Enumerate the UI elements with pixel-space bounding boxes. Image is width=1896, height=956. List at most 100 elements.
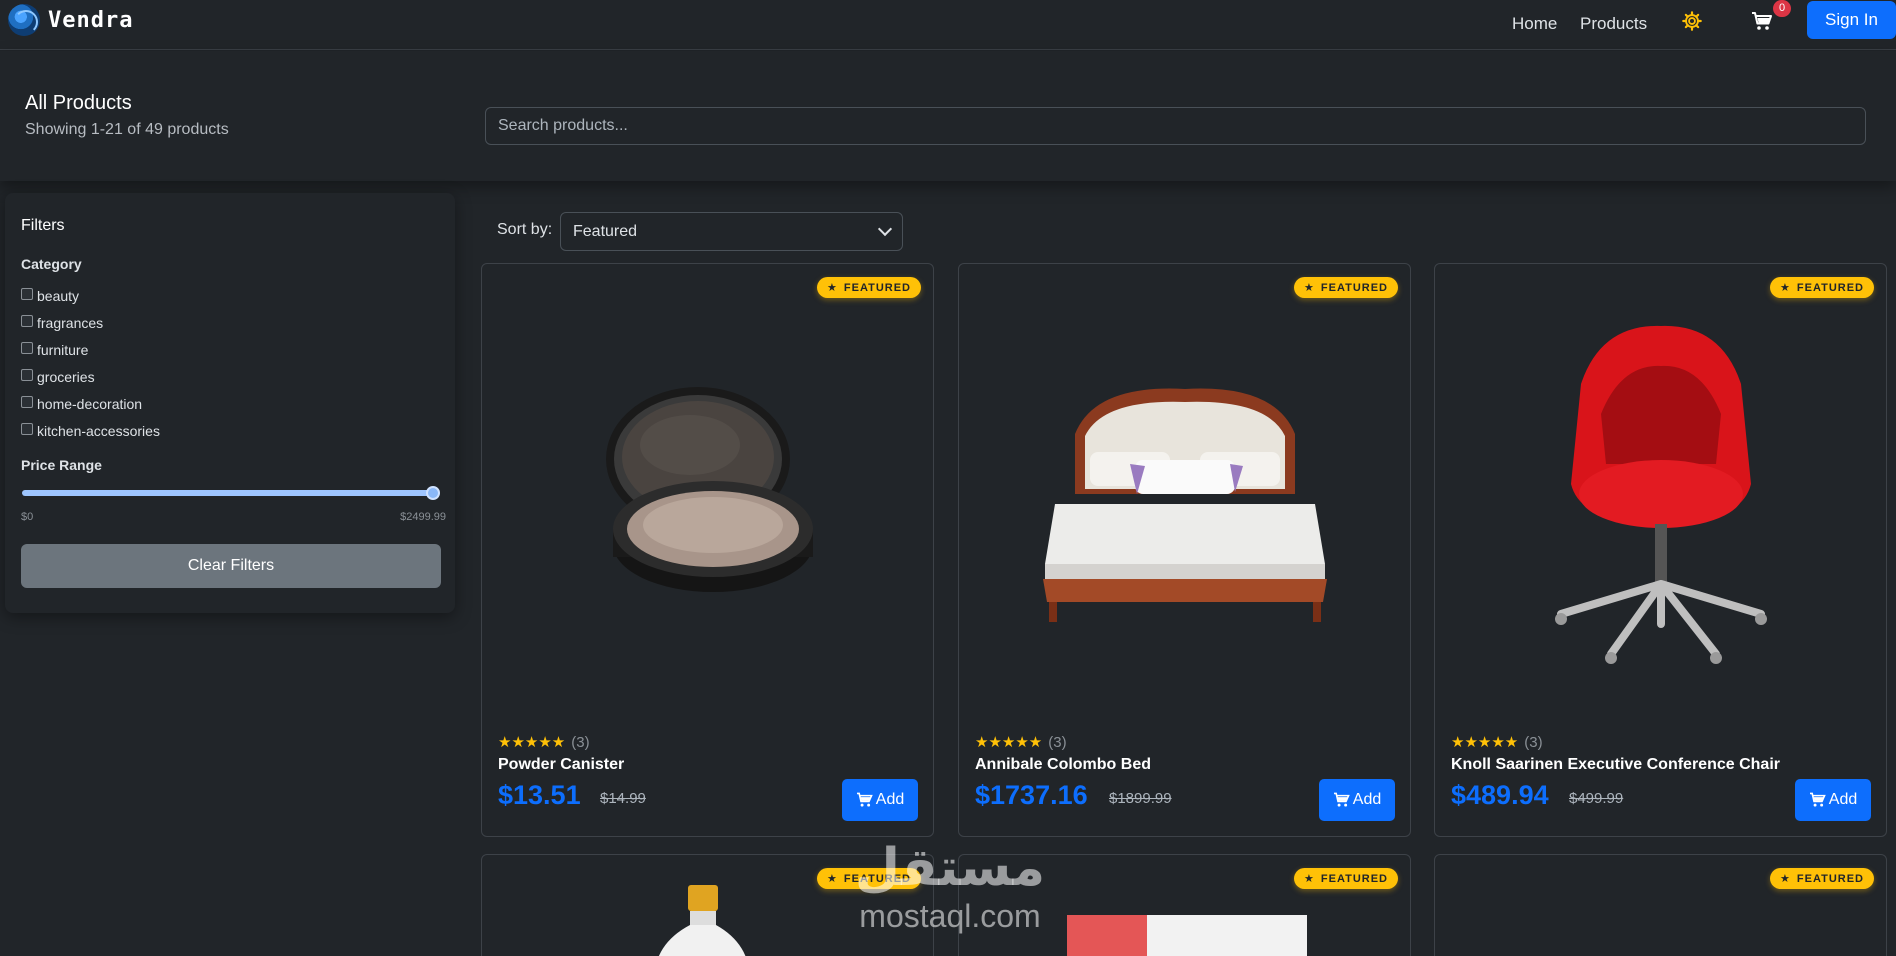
price-range-title: Price Range [21,457,102,473]
category-checkbox[interactable] [21,368,33,381]
nav-link-home[interactable]: Home [1512,14,1557,34]
add-label: Add [1352,791,1382,808]
product-card[interactable]: ★ FEATURED [1434,854,1887,956]
sign-in-button[interactable]: Sign In [1807,1,1896,39]
watermark-arabic: مستقل [854,839,1046,897]
navbar: Vendra Home Products 0 Sign In [0,0,1896,50]
product-card[interactable]: ★ FEATURED ★★★★★ (3) Knoll Saarinen Execut… [1434,263,1887,837]
featured-badge: ★ FEATURED [1294,868,1398,889]
cart-icon [1333,792,1350,807]
review-count: (3) [1048,733,1067,751]
star-icon: ★ [1304,873,1315,885]
star-icon: ★ [827,282,838,294]
chair-image[interactable] [1435,264,1886,724]
cart-icon [856,792,873,807]
brand-logo-icon [8,4,40,36]
brand-name: Vendra [48,7,134,33]
bottle-image[interactable] [642,885,762,956]
add-to-cart-button[interactable]: Add [1795,779,1871,821]
products-header: All Products Showing 1-21 of 49 products [0,51,1896,181]
badge-label: FEATURED [843,281,911,294]
clear-filters-button[interactable]: Clear Filters [21,544,441,588]
category-item-furniture[interactable]: furniture [21,336,160,363]
product-old-price: $1899.99 [1109,790,1172,807]
badge-label: FEATURED [1320,281,1388,294]
price-slider-thumb[interactable] [426,486,440,500]
category-checkbox[interactable] [21,314,33,327]
category-label: beauty [37,287,80,304]
category-checkbox[interactable] [21,287,33,300]
sort-label: Sort by: [497,221,553,238]
star-icon: ★ [1780,282,1791,294]
chevron-down-icon [877,221,893,237]
product-price: $1737.16 [975,780,1088,810]
review-count: (3) [571,733,590,751]
cart-count-badge: 0 [1773,0,1791,17]
product-old-price: $14.99 [600,790,646,807]
star-icon: ★ [1780,873,1791,885]
rating-stars: ★★★★★ (3) [498,733,590,752]
product-card[interactable]: ★ FEATURED ★★★★★ (3) Annibale Colombo Bed … [958,263,1411,837]
category-label: fragrances [37,314,104,331]
gear-icon[interactable] [1681,10,1703,32]
product-name[interactable]: Powder Canister [498,756,624,774]
badge-label: FEATURED [1796,872,1864,885]
category-item-beauty[interactable]: beauty [21,282,160,309]
category-item-home-decoration[interactable]: home-decoration [21,390,160,417]
category-label: groceries [37,368,95,385]
page-title: All Products [25,92,132,114]
price-min-label: $0 [21,511,34,523]
star-icon: ★★★★★ [975,734,1043,751]
featured-badge: ★ FEATURED [817,277,921,298]
category-label: kitchen-accessories [37,422,160,439]
filters-title: Filters [21,217,65,234]
watermark-latin: mostaql.com [859,898,1041,934]
product-card[interactable]: ★ FEATURED ★★★★★ (3) Powder Canister $13.5… [481,263,934,837]
sort-selected-value: Featured [573,222,638,240]
product-name[interactable]: Annibale Colombo Bed [975,756,1151,774]
category-item-fragrances[interactable]: fragrances [21,309,160,336]
star-icon: ★★★★★ [1451,734,1519,751]
results-count: Showing 1-21 of 49 products [25,121,229,138]
rating-stars: ★★★★★ (3) [1451,733,1543,752]
nav-link-products[interactable]: Products [1580,14,1647,34]
category-checkbox[interactable] [21,422,33,435]
price-max-label: $2499.99 [400,511,446,523]
add-label: Add [875,791,905,808]
add-to-cart-button[interactable]: Add [842,779,918,821]
category-title: Category [21,256,82,272]
search-input[interactable] [485,107,1866,145]
review-count: (3) [1524,733,1543,751]
star-icon: ★★★★★ [498,734,566,751]
product-name[interactable]: Knoll Saarinen Executive Conference Chai… [1451,756,1780,774]
sort-select[interactable]: Featured [560,212,903,251]
product-price: $13.51 [498,780,581,810]
cart-icon [1809,792,1826,807]
category-label: furniture [37,341,89,358]
badge-label: FEATURED [1796,281,1864,294]
featured-badge: ★ FEATURED [1294,277,1398,298]
category-checkbox[interactable] [21,341,33,354]
category-list: beauty fragrances furniture groceries ho… [21,282,160,444]
nav-item-products[interactable]: Products [1580,10,1647,38]
price-slider-track[interactable] [22,490,438,496]
watermark-logo: مستقل mostaql.com [830,838,1070,948]
add-label: Add [1828,791,1858,808]
category-item-kitchen-accessories[interactable]: kitchen-accessories [21,417,160,444]
brand[interactable]: Vendra [8,4,133,36]
star-icon: ★ [1304,282,1315,294]
category-checkbox[interactable] [21,395,33,408]
featured-badge: ★ FEATURED [1770,868,1874,889]
bed-image[interactable] [959,264,1410,724]
cart-icon[interactable] [1750,9,1774,33]
category-item-groceries[interactable]: groceries [21,363,160,390]
featured-badge: ★ FEATURED [1770,277,1874,298]
product-price: $489.94 [1451,780,1549,810]
category-label: home-decoration [37,395,143,412]
package-image[interactable] [1067,915,1307,956]
powder-canister-image[interactable] [482,264,933,724]
add-to-cart-button[interactable]: Add [1319,779,1395,821]
badge-label: FEATURED [1320,872,1388,885]
nav-item-home[interactable]: Home [1512,10,1557,38]
rating-stars: ★★★★★ (3) [975,733,1067,752]
